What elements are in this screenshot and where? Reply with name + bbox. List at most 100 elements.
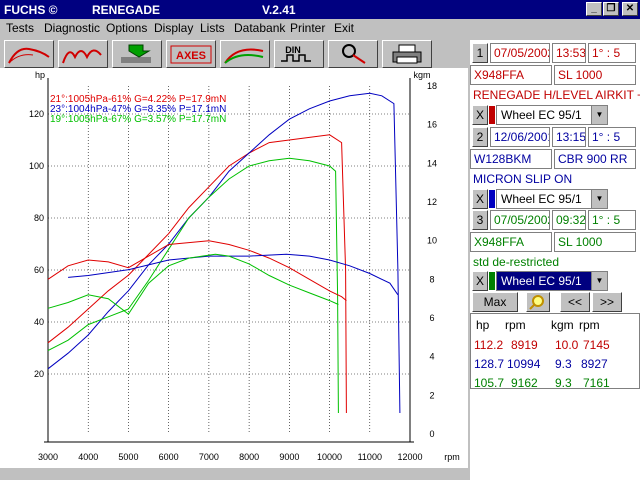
smooth-button[interactable] (220, 40, 270, 68)
close-button[interactable]: ✕ (622, 2, 638, 16)
run-3-roller-select[interactable]: Wheel EC 95/1 ▼ (496, 271, 608, 291)
x-tick-label: 4000 (78, 452, 98, 462)
menu-exit[interactable]: Exit (334, 21, 354, 35)
row-2-hp: 128.7 (474, 357, 505, 371)
dyno-chart: 3000 4000 5000 6000 7000 8000 9000 10000 11000 12… (0, 68, 468, 468)
series-line-hp-1 (47, 134, 347, 414)
run-1-roller-select[interactable]: Wheel EC 95/1 ▼ (496, 105, 608, 125)
run-3-date: 07/05/2002 (490, 210, 550, 230)
x-tick-label: 5000 (118, 452, 138, 462)
axes-icon: AXES (170, 45, 212, 64)
zoom-button[interactable] (526, 292, 550, 312)
results-table: hp rpm kgm rpm 112.2 8919 10.0 7145 128.… (470, 313, 640, 390)
menu-options[interactable]: Options (106, 21, 147, 35)
row-3-kgm-rpm: 7161 (583, 376, 610, 390)
run-3-gear: 1° : 5 (588, 210, 636, 230)
run-2-model: CBR 900 RR (554, 149, 636, 169)
menu-lists[interactable]: Lists (200, 21, 225, 35)
maximize-button[interactable]: ❐ (603, 2, 619, 16)
run-1-plate: X948FFA (470, 65, 552, 85)
x-tick-label: 10000 (317, 452, 342, 462)
chevron-down-icon[interactable]: ▼ (591, 190, 607, 208)
din-button[interactable]: DIN (274, 40, 324, 68)
results-header-kgm: kgm (551, 318, 574, 332)
row-1-hp: 112.2 (474, 338, 504, 352)
chevron-down-icon[interactable]: ▼ (591, 106, 607, 124)
diagnostic-button[interactable] (328, 40, 378, 68)
minimize-button[interactable]: _ (586, 2, 602, 16)
kgm-tick-label: 6 (429, 313, 434, 323)
run-2-plate: W128BKM (470, 149, 552, 169)
app-version: V.2.41 (262, 3, 296, 17)
menu-diagnostic[interactable]: Diagnostic (44, 21, 100, 35)
row-1-kgm: 10.0 (555, 338, 579, 352)
kgm-tick-label: 12 (427, 197, 437, 207)
next-button[interactable]: >> (592, 292, 622, 312)
kgm-tick-label: 8 (429, 274, 434, 284)
menu-databank[interactable]: Databank (234, 21, 285, 35)
row-3-kgm: 9.3 (555, 376, 572, 390)
prev-button[interactable]: << (560, 292, 590, 312)
menu-tests[interactable]: Tests (6, 21, 34, 35)
menu-display[interactable]: Display (154, 21, 193, 35)
run-1-note: RENEGADE H/LEVEL AIRKIT +2 (470, 86, 640, 106)
run-2-note: MICRON SLIP ON (470, 170, 640, 190)
window-title: RENEGADE (92, 3, 161, 17)
din-label: DIN (285, 45, 301, 55)
hp-tick-label: 40 (34, 317, 44, 327)
run-2-roller-select[interactable]: Wheel EC 95/1 ▼ (496, 189, 608, 209)
run-3-model: SL 1000 (554, 232, 636, 252)
run-2-index[interactable]: 2 (472, 127, 488, 147)
run-3-plate: X948FFA (470, 232, 552, 252)
run-1-roller-value: Wheel EC 95/1 (501, 108, 582, 122)
app-name: FUCHS © (4, 3, 58, 17)
magnifier-icon (529, 295, 544, 310)
run-1-index[interactable]: 1 (472, 43, 488, 63)
run-2-roller-value: Wheel EC 95/1 (501, 192, 582, 206)
run-1-color-swatch (489, 106, 495, 124)
run-2-date: 12/06/2001 (490, 127, 550, 147)
series-line-hp-2 (47, 92, 401, 414)
power-curve-icon (8, 47, 50, 64)
run-3-note: std de-restricted (470, 253, 640, 273)
run-2-remove-button[interactable]: X (472, 189, 488, 209)
series-line-kgm-2 (68, 253, 399, 296)
run-2-time: 13:15 (552, 127, 586, 147)
kgm-tick-label: 16 (427, 120, 437, 130)
run-1-remove-button[interactable]: X (472, 105, 488, 125)
row-3-hp: 105.7 (474, 376, 505, 390)
run-3-index[interactable]: 3 (472, 210, 488, 230)
chevron-down-icon[interactable]: ▼ (591, 272, 607, 290)
x-tick-label: 7000 (199, 452, 219, 462)
x-tick-label: 6000 (159, 452, 179, 462)
hp-tick-label: 80 (34, 213, 44, 223)
hp-tick-label: 60 (34, 265, 44, 275)
runs-panel: 1 07/05/2002 13:53 1° : 5 X948FFA SL 100… (470, 40, 640, 480)
kgm-tick-label: 10 (427, 236, 437, 246)
series-line-hp-3 (47, 157, 339, 414)
curve-overlay-icon (224, 48, 264, 64)
menu-printer[interactable]: Printer (290, 21, 325, 35)
x-tick-label: 11000 (358, 452, 382, 462)
rpm-unit-label: rpm (444, 452, 460, 462)
hp-unit-label: hp (35, 70, 45, 80)
x-tick-label: 8000 (239, 452, 259, 462)
run-3-color-swatch (489, 272, 495, 290)
row-2-kgm: 9.3 (555, 357, 572, 371)
hp-tick-label: 120 (29, 109, 44, 119)
print-button[interactable] (382, 40, 432, 68)
results-header-kgm-rpm: rpm (579, 318, 600, 332)
x-tick-label: 3000 (38, 452, 58, 462)
row-2-hp-rpm: 10994 (507, 357, 541, 371)
probe-icon (342, 44, 366, 64)
axes-button[interactable]: AXES (166, 40, 216, 68)
menu-bar: Tests Diagnostic Options Display Lists D… (0, 19, 640, 37)
run-2-color-swatch (489, 190, 495, 208)
multi-curve-button[interactable] (58, 40, 108, 68)
run-3-remove-button[interactable]: X (472, 271, 488, 291)
row-2-kgm-rpm: 8927 (581, 357, 608, 371)
load-button[interactable] (112, 40, 162, 68)
power-curve-button[interactable] (4, 40, 54, 68)
hp-tick-label: 100 (29, 161, 44, 171)
max-button[interactable]: Max (472, 292, 518, 312)
